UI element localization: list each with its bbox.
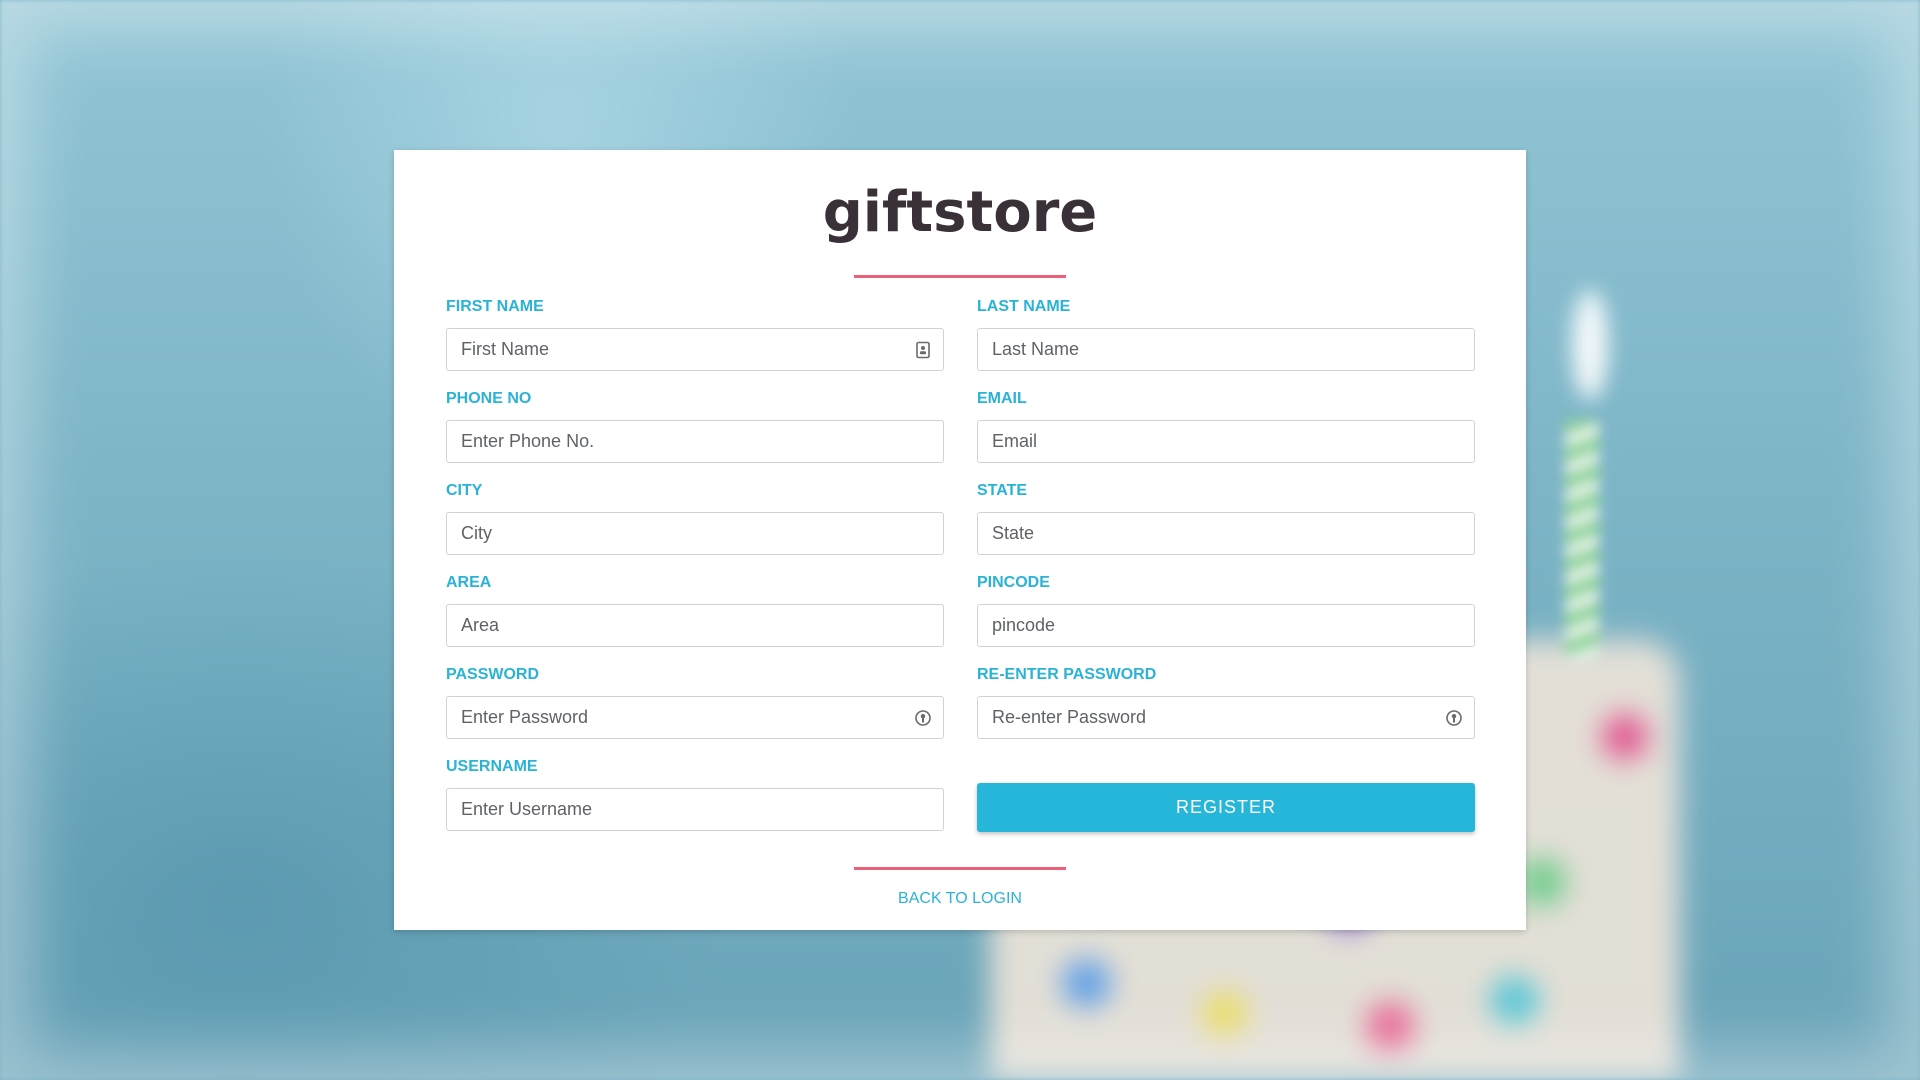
pincode-group: PINCODE <box>977 574 1475 647</box>
password-key-icon[interactable] <box>1444 708 1464 728</box>
first-name-label: FIRST NAME <box>446 298 544 315</box>
top-divider <box>854 275 1066 278</box>
pincode-input[interactable] <box>978 605 1474 646</box>
last-name-group: LAST NAME <box>977 298 1475 371</box>
phone-label: PHONE NO <box>446 390 532 407</box>
password-key-icon[interactable] <box>913 708 933 728</box>
state-group: STATE <box>977 482 1475 555</box>
area-input[interactable] <box>447 605 943 646</box>
last-name-input[interactable] <box>978 329 1474 370</box>
username-input[interactable] <box>447 789 943 830</box>
email-group: EMAIL <box>977 390 1475 463</box>
city-label: CITY <box>446 482 483 499</box>
state-label: STATE <box>977 482 1028 499</box>
registration-card: giftstore FIRST NAME LAST NAME PHONE NO <box>394 150 1526 930</box>
city-group: CITY <box>446 482 944 555</box>
state-input[interactable] <box>978 513 1474 554</box>
reenter-password-group: RE-ENTER PASSWORD <box>977 666 1475 739</box>
password-label: PASSWORD <box>446 666 540 683</box>
back-to-login-link[interactable]: BACK TO LOGIN <box>898 890 1022 907</box>
area-group: AREA <box>446 574 944 647</box>
phone-input[interactable] <box>447 421 943 462</box>
pincode-label: PINCODE <box>977 574 1050 591</box>
bottom-divider <box>854 867 1066 870</box>
register-button[interactable]: REGISTER <box>977 783 1475 832</box>
area-label: AREA <box>446 574 492 591</box>
email-input[interactable] <box>978 421 1474 462</box>
username-label: USERNAME <box>446 758 538 775</box>
phone-group: PHONE NO <box>446 390 944 463</box>
password-input[interactable] <box>447 697 943 738</box>
reenter-password-input[interactable] <box>978 697 1474 738</box>
reenter-password-label: RE-ENTER PASSWORD <box>977 666 1157 683</box>
password-group: PASSWORD <box>446 666 944 739</box>
contact-card-icon <box>913 340 933 360</box>
city-input[interactable] <box>447 513 943 554</box>
username-group: USERNAME <box>446 758 944 831</box>
first-name-input[interactable] <box>447 329 943 370</box>
brand-logo: giftstore <box>822 180 1098 245</box>
email-label: EMAIL <box>977 390 1027 407</box>
last-name-label: LAST NAME <box>977 298 1071 315</box>
first-name-group: FIRST NAME <box>446 298 944 371</box>
